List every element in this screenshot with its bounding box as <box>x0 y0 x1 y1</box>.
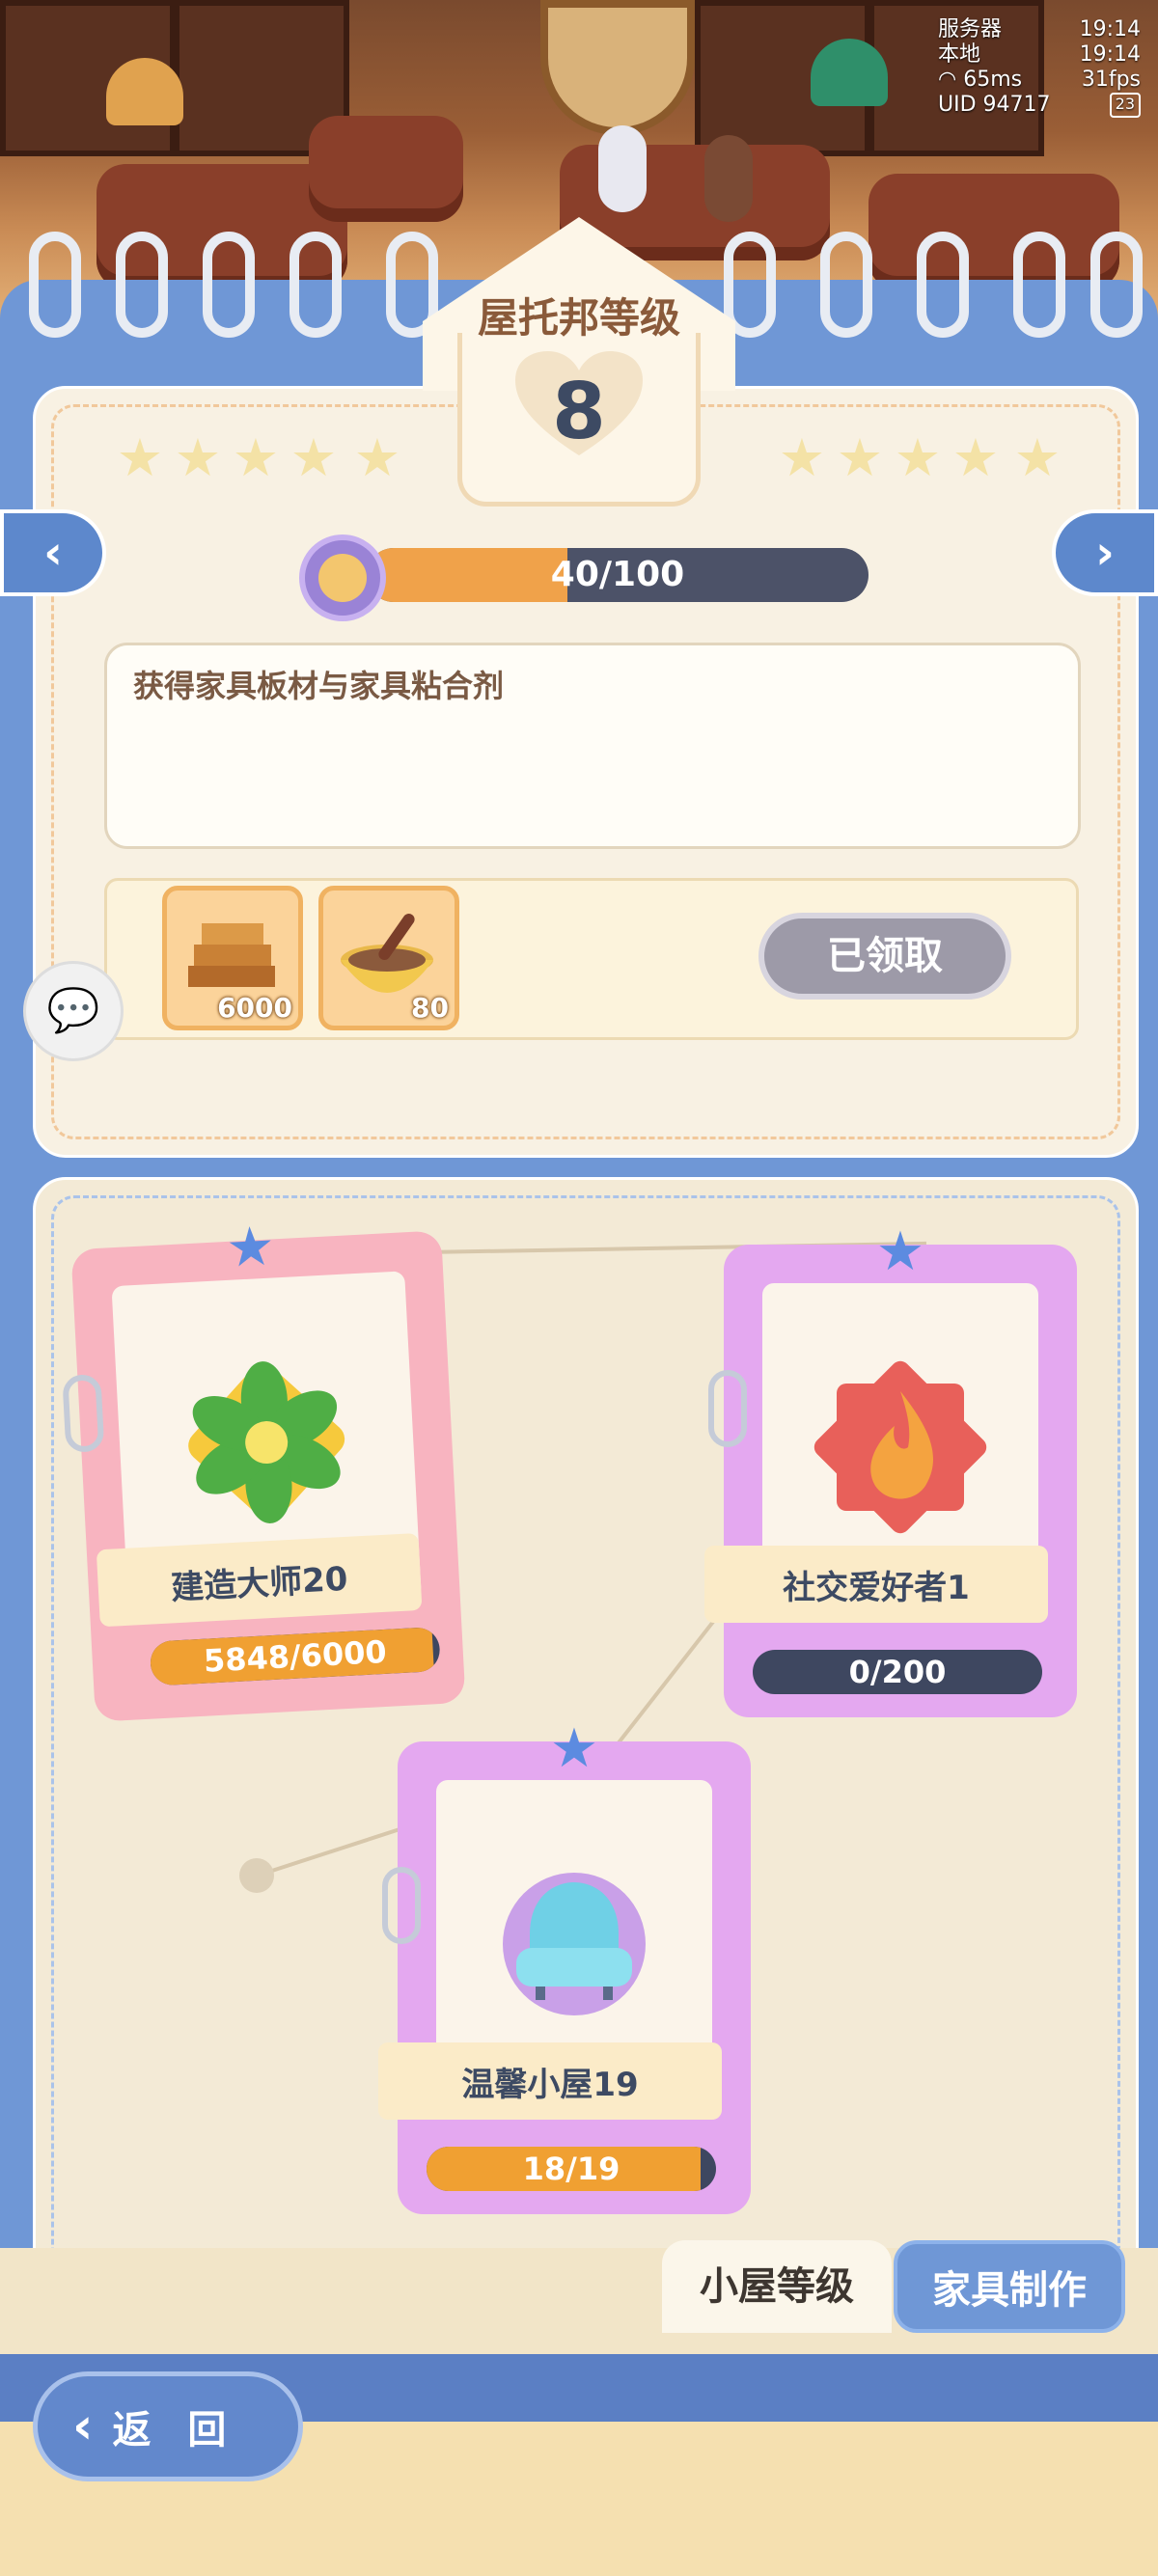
star-icon: ★ <box>224 1215 277 1280</box>
star-decoration: ★ <box>894 427 942 488</box>
star-decoration: ★ <box>951 427 1000 488</box>
next-level-button[interactable]: › <box>1052 509 1158 596</box>
star-decoration: ★ <box>174 427 222 488</box>
reward-quantity: 80 <box>411 992 449 1024</box>
level-reward-description: 获得家具板材与家具粘合剂 <box>133 668 505 704</box>
plant-decoration <box>811 39 888 106</box>
plant-decoration <box>106 58 183 125</box>
star-decoration: ★ <box>116 427 164 488</box>
reward-quantity: 6000 <box>217 992 292 1024</box>
level-badge-icon <box>299 534 386 621</box>
server-label: 服务器 <box>938 17 1003 41</box>
ping-readout: ◠ 65ms <box>938 68 1022 93</box>
chat-bubble-icon[interactable]: 💬 <box>23 961 124 1061</box>
binder-ring <box>917 232 969 338</box>
local-label: 本地 <box>938 42 981 67</box>
achievement-progress-text: 18/19 <box>522 2151 620 2187</box>
star-icon: ★ <box>875 1220 925 1283</box>
achievement-card-builder[interactable]: ★ 建造大师20 5848/6000 <box>62 1215 466 1722</box>
chevron-right-icon: › <box>1095 526 1115 580</box>
ping-value: 65ms <box>963 68 1023 92</box>
star-decoration: ★ <box>836 427 884 488</box>
reward-item-furniture-glue[interactable]: 80 <box>318 886 459 1030</box>
binder-ring <box>1013 232 1065 338</box>
star-decoration: ★ <box>232 427 280 488</box>
achievement-label: 温馨小屋19 <box>378 2042 722 2120</box>
chevron-left-icon: ‹ <box>43 526 63 580</box>
hook-icon <box>62 1373 105 1453</box>
sofa-decoration <box>309 116 463 222</box>
status-hud: 服务器 19:14 本地 19:14 ◠ 65ms 31fps UID 94717 23 <box>938 17 1141 118</box>
flame-icon <box>813 1360 987 1534</box>
star-decoration: ★ <box>778 427 826 488</box>
back-arrow-icon: ‹ <box>72 2398 94 2455</box>
level-number: 8 <box>552 367 606 456</box>
claimed-button[interactable]: 已领取 <box>758 913 1011 1000</box>
star-decoration: ★ <box>1013 427 1062 488</box>
sofa-decoration <box>868 174 1119 289</box>
tab-furniture-making[interactable]: 家具制作 <box>894 2240 1125 2333</box>
achievement-label: 社交爱好者1 <box>704 1546 1048 1623</box>
character-sprite <box>704 135 753 222</box>
connector-node <box>239 1858 274 1893</box>
armchair-icon <box>503 1873 646 2015</box>
achievement-card-social[interactable]: ★ 社交爱好者1 0/200 <box>704 1223 1077 1717</box>
previous-level-button[interactable]: ‹ <box>0 509 106 596</box>
back-button[interactable]: ‹ 返 回 <box>33 2371 303 2481</box>
back-label: 返 回 <box>112 2408 238 2453</box>
hook-icon <box>382 1867 421 1944</box>
star-decoration: ★ <box>290 427 338 488</box>
local-time: 19:14 <box>1079 42 1141 67</box>
achievement-card-cozy-cabin[interactable]: ★ 温馨小屋19 18/19 <box>378 1720 751 2214</box>
achievement-progress-text: 0/200 <box>848 1654 947 1690</box>
binder-ring <box>1090 232 1143 338</box>
star-decoration: ★ <box>353 427 401 488</box>
level-progress-text: 40/100 <box>550 555 685 594</box>
binder-ring <box>290 232 342 338</box>
reward-item-wood-planks[interactable]: 6000 <box>162 886 303 1030</box>
binder-ring <box>203 232 255 338</box>
wifi-icon: ◠ <box>938 68 964 92</box>
server-time: 19:14 <box>1079 17 1141 41</box>
binder-ring <box>116 232 168 338</box>
tab-room-level[interactable]: 小屋等级 <box>662 2240 892 2333</box>
achievement-label: 建造大师20 <box>96 1532 423 1628</box>
character-sprite <box>598 125 647 212</box>
achievement-progress-text: 5848/6000 <box>203 1632 388 1680</box>
fps-readout: 31fps <box>1081 68 1141 92</box>
star-icon: ★ <box>549 1717 599 1780</box>
flower-icon <box>188 1361 345 1523</box>
battery-icon: 23 <box>1109 93 1141 118</box>
uid-text: UID 94717 <box>938 93 1051 117</box>
binder-ring <box>29 232 81 338</box>
clock-decoration <box>540 0 695 135</box>
level-title: 屋托邦等级 <box>477 294 680 342</box>
binder-ring <box>820 232 872 338</box>
hook-icon <box>708 1370 747 1447</box>
